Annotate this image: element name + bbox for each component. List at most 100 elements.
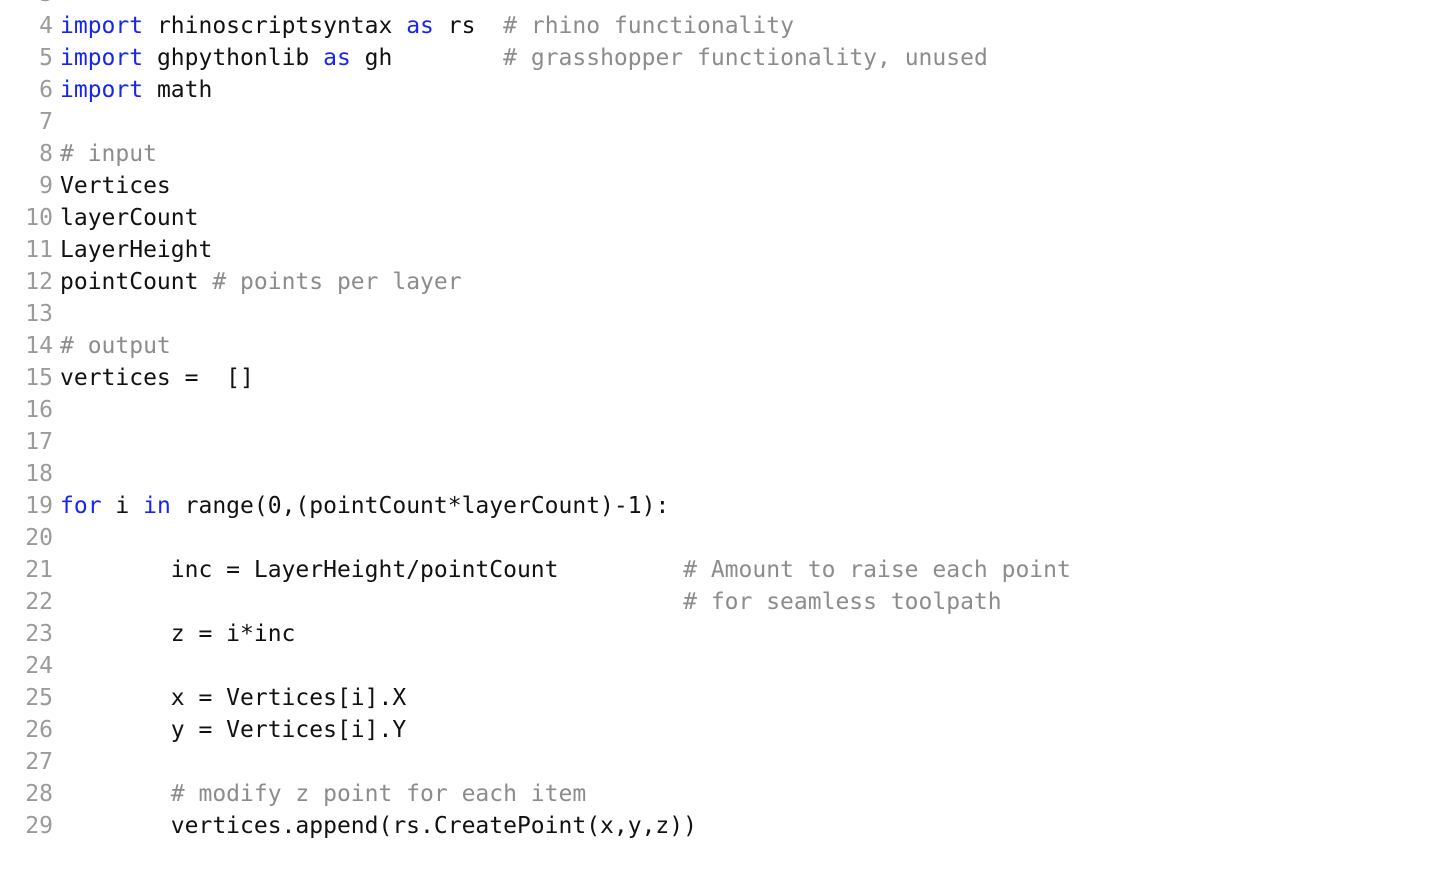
line-number: 9 — [39, 173, 53, 199]
code-token-keyword: as — [323, 45, 351, 71]
code-token-comment: # input — [60, 141, 157, 167]
code-token-plain: pointCount — [60, 269, 213, 295]
code-token-keyword: in — [143, 493, 171, 519]
line-content[interactable]: # output — [60, 330, 171, 362]
line-number: 26 — [25, 717, 53, 743]
code-line[interactable]: 27 — [0, 746, 1436, 778]
code-line[interactable]: 25 x = Vertices[i].X — [0, 682, 1436, 714]
line-number: 5 — [39, 45, 53, 71]
code-line[interactable]: 22 # for seamless toolpath — [0, 586, 1436, 618]
code-line[interactable]: 29 vertices.append(rs.CreatePoint(x,y,z)… — [0, 810, 1436, 842]
code-line[interactable]: 20 — [0, 522, 1436, 554]
code-token-plain: z = i*inc — [60, 621, 296, 647]
code-editor[interactable]: 3 4 import rhinoscriptsyntax as rs # rhino… — [0, 0, 1436, 888]
code-token-plain: vertices.append(rs.CreatePoint(x,y,z)) — [60, 813, 697, 839]
code-token-comment: # output — [60, 333, 171, 359]
line-number: 28 — [25, 781, 53, 807]
code-line[interactable]: 17 — [0, 426, 1436, 458]
code-token-plain: gh — [350, 45, 504, 71]
code-line[interactable]: 26 y = Vertices[i].Y — [0, 714, 1436, 746]
code-token-plain: i — [101, 493, 144, 519]
line-content[interactable]: import rhinoscriptsyntax as rs # rhino f… — [60, 10, 794, 42]
code-line[interactable]: 11 LayerHeight — [0, 234, 1436, 266]
code-line[interactable]: 24 — [0, 650, 1436, 682]
code-line[interactable]: 14 # output — [0, 330, 1436, 362]
code-line[interactable]: 21 inc = LayerHeight/pointCount # Amount… — [0, 554, 1436, 586]
code-token-plain: inc = LayerHeight/pointCount — [60, 557, 684, 583]
code-area[interactable]: 3 4 import rhinoscriptsyntax as rs # rhino… — [0, 0, 1436, 842]
line-content[interactable]: # modify z point for each item — [60, 778, 586, 810]
line-content[interactable]: LayerHeight — [60, 234, 212, 266]
code-line[interactable]: 18 — [0, 458, 1436, 490]
code-line[interactable]: 13 — [0, 298, 1436, 330]
code-line[interactable]: 4 import rhinoscriptsyntax as rs # rhino … — [0, 10, 1436, 42]
line-content[interactable]: y = Vertices[i].Y — [60, 714, 406, 746]
code-token-plain: Vertices — [60, 173, 171, 199]
line-content[interactable]: vertices.append(rs.CreatePoint(x,y,z)) — [60, 810, 697, 842]
line-content[interactable]: for i in range(0,(pointCount*layerCount)… — [60, 490, 669, 522]
code-token-plain: y = Vertices[i].Y — [60, 717, 407, 743]
code-line[interactable]: 23 z = i*inc — [0, 618, 1436, 650]
line-content[interactable]: x = Vertices[i].X — [60, 682, 406, 714]
line-content[interactable]: pointCount # points per layer — [60, 266, 462, 298]
code-token-keyword: as — [406, 13, 434, 39]
code-token-keyword: for — [60, 493, 102, 519]
code-token-plain: x = Vertices[i].X — [60, 685, 407, 711]
code-line[interactable]: 28 # modify z point for each item — [0, 778, 1436, 810]
line-number: 19 — [25, 493, 53, 519]
line-content[interactable]: # input — [60, 138, 157, 170]
code-line[interactable]: 16 — [0, 394, 1436, 426]
code-line[interactable]: 6 import math — [0, 74, 1436, 106]
line-content[interactable]: import ghpythonlib as gh # grasshopper f… — [60, 42, 988, 74]
line-number: 12 — [25, 269, 53, 295]
line-content[interactable]: import math — [60, 74, 212, 106]
line-number: 16 — [25, 397, 53, 423]
line-content[interactable]: Vertices — [60, 170, 171, 202]
line-number: 23 — [25, 621, 53, 647]
line-content[interactable]: layerCount — [60, 202, 198, 234]
line-number: 3 — [0, 0, 53, 10]
line-number: 25 — [25, 685, 53, 711]
code-token-plain: rs — [433, 13, 504, 39]
line-content[interactable]: inc = LayerHeight/pointCount # Amount to… — [60, 554, 1071, 586]
code-token-comment: # grasshopper functionality, unused — [503, 45, 988, 71]
code-line[interactable]: 7 — [0, 106, 1436, 138]
code-token-plain: math — [143, 77, 213, 103]
code-token-comment: # rhino functionality — [503, 13, 794, 39]
line-number: 21 — [25, 557, 53, 583]
line-number: 14 — [25, 333, 53, 359]
line-number: 17 — [25, 429, 53, 455]
code-token-comment: # points per layer — [212, 269, 462, 295]
code-token-keyword: import — [60, 77, 144, 103]
line-number: 13 — [25, 301, 53, 327]
line-content[interactable]: z = i*inc — [60, 618, 296, 650]
code-token-plain: range(0,(pointCount*layerCount)-1): — [170, 493, 670, 519]
code-line[interactable]: 5 import ghpythonlib as gh # grasshopper … — [0, 42, 1436, 74]
code-token-comment: # Amount to raise each point — [683, 557, 1071, 583]
code-line[interactable]: 10 layerCount — [0, 202, 1436, 234]
code-line[interactable]: 9 Vertices — [0, 170, 1436, 202]
code-token-comment: # for seamless toolpath — [683, 589, 1002, 615]
line-content[interactable]: # for seamless toolpath — [60, 586, 1002, 618]
code-token-plain: LayerHeight — [60, 237, 213, 263]
code-line[interactable]: 19 for i in range(0,(pointCount*layerCoun… — [0, 490, 1436, 522]
line-number: 18 — [25, 461, 53, 487]
code-line[interactable]: 3 — [0, 0, 1436, 10]
code-token-keyword: import — [60, 45, 144, 71]
line-content[interactable]: vertices = [] — [60, 362, 254, 394]
code-token-plain: rhinoscriptsyntax — [143, 13, 407, 39]
code-line[interactable]: 12 pointCount # points per layer — [0, 266, 1436, 298]
code-token-comment: # modify z point for each item — [60, 781, 587, 807]
line-number: 27 — [25, 749, 53, 775]
code-line[interactable]: 15 vertices = [] — [0, 362, 1436, 394]
code-line[interactable]: 8 # input — [0, 138, 1436, 170]
line-number: 15 — [25, 365, 53, 391]
line-number: 4 — [39, 13, 53, 39]
line-number: 10 — [25, 205, 53, 231]
line-number: 8 — [39, 141, 53, 167]
line-number: 29 — [25, 813, 53, 839]
line-number: 22 — [25, 589, 53, 615]
line-number: 6 — [39, 77, 53, 103]
line-number: 7 — [39, 109, 53, 135]
